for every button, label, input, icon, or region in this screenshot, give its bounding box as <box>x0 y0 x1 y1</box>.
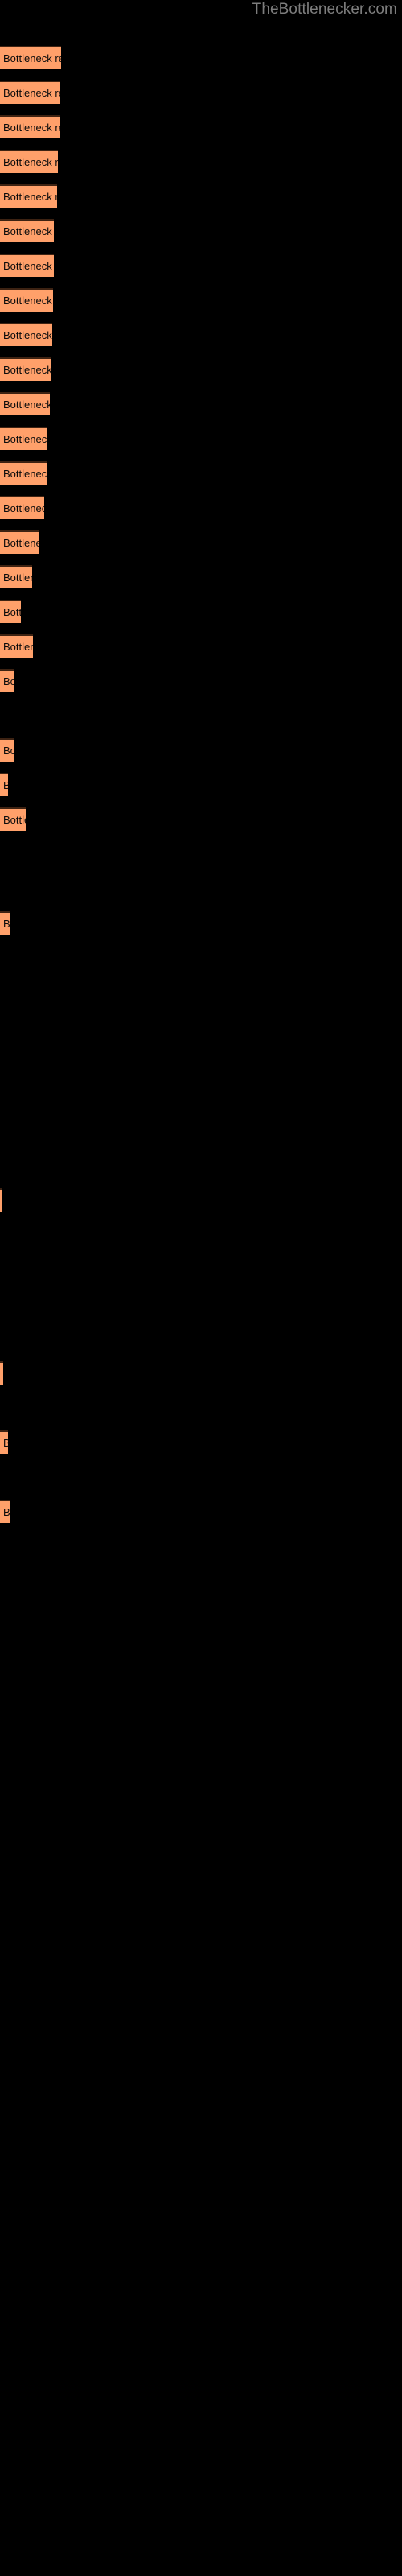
bar-label: Bottleneck result <box>3 52 61 64</box>
bar[interactable]: Bottleneck result <box>0 357 51 381</box>
bar[interactable]: Bottleneck result <box>0 1361 3 1385</box>
bar-label: Bottleneck result <box>3 295 53 307</box>
bar-label: Bottleneck result <box>3 191 57 203</box>
bar-label: Bottleneck result <box>3 1506 10 1518</box>
bar[interactable]: Bottleneck result <box>0 565 32 588</box>
bar[interactable]: Bottleneck result <box>0 219 54 242</box>
bar-label: Bottleneck result <box>3 778 8 793</box>
bar-label: Bottleneck result <box>3 675 14 687</box>
bar-label: Bottleneck result <box>3 918 10 930</box>
bar[interactable]: Bottleneck result <box>0 115 60 138</box>
bar-label: Bottleneck result <box>3 433 47 445</box>
bar-label: Bottleneck result <box>3 398 50 411</box>
bottleneck-chart: TheBottlenecker.com Bottleneck resultBot… <box>0 0 402 2576</box>
bar-label: Bottleneck result <box>3 641 33 653</box>
bar[interactable]: Bottleneck result <box>0 323 52 346</box>
bar-chart-bars: Bottleneck result Bottleneck result Bottle… <box>0 0 402 2576</box>
bar[interactable]: Bottleneck result <box>0 1188 2 1212</box>
bar-label: Bottleneck result <box>3 87 60 99</box>
bar[interactable]: Bottleneck result <box>0 669 14 692</box>
bar[interactable]: Bottleneck result <box>0 530 39 554</box>
bar[interactable]: Bottleneck result <box>0 392 50 415</box>
bar[interactable]: Bottleneck result <box>0 254 54 277</box>
bar-label: Bottleneck result <box>3 468 47 480</box>
bar[interactable]: Bottleneck result <box>0 461 47 485</box>
bar[interactable]: Bottleneck result <box>0 807 26 831</box>
bar-label: Bottleneck result <box>3 156 58 168</box>
bar[interactable]: Bottleneck result <box>0 80 60 104</box>
bar-label: Bottleneck result <box>3 572 32 584</box>
bar[interactable]: Bottleneck result <box>0 911 10 935</box>
bar[interactable]: Bottleneck result <box>0 1500 10 1523</box>
bar-label: Bottleneck result <box>3 260 54 272</box>
bar[interactable]: Bottleneck result <box>0 600 21 623</box>
bar[interactable]: Bottleneck result <box>0 773 8 796</box>
bar-label: Bottleneck result <box>3 122 60 134</box>
bar-label: Bottleneck result <box>3 225 54 237</box>
bar-label: Bottleneck result <box>3 606 21 618</box>
bar[interactable]: Bottleneck result <box>0 288 53 312</box>
bar-label: Bottleneck result <box>3 537 39 549</box>
bar-label: Bottleneck result <box>3 502 44 514</box>
bar[interactable]: Bottleneck result <box>0 150 58 173</box>
bar[interactable]: Bottleneck result <box>0 496 44 519</box>
bar-label: Bottleneck result <box>3 745 14 757</box>
bar[interactable]: Bottleneck result <box>0 46 61 69</box>
bar[interactable]: Bottleneck result <box>0 1430 8 1454</box>
bar[interactable]: Bottleneck result <box>0 634 33 658</box>
bar-label: Bottleneck result <box>3 329 52 341</box>
bar[interactable]: Bottleneck result <box>0 427 47 450</box>
bar[interactable]: Bottleneck result <box>0 184 57 208</box>
bar-label: Bottleneck result <box>3 1435 8 1451</box>
bar-label: Bottleneck result <box>3 364 51 376</box>
bar-label: Bottleneck result <box>3 814 26 826</box>
bar[interactable]: Bottleneck result <box>0 738 14 762</box>
